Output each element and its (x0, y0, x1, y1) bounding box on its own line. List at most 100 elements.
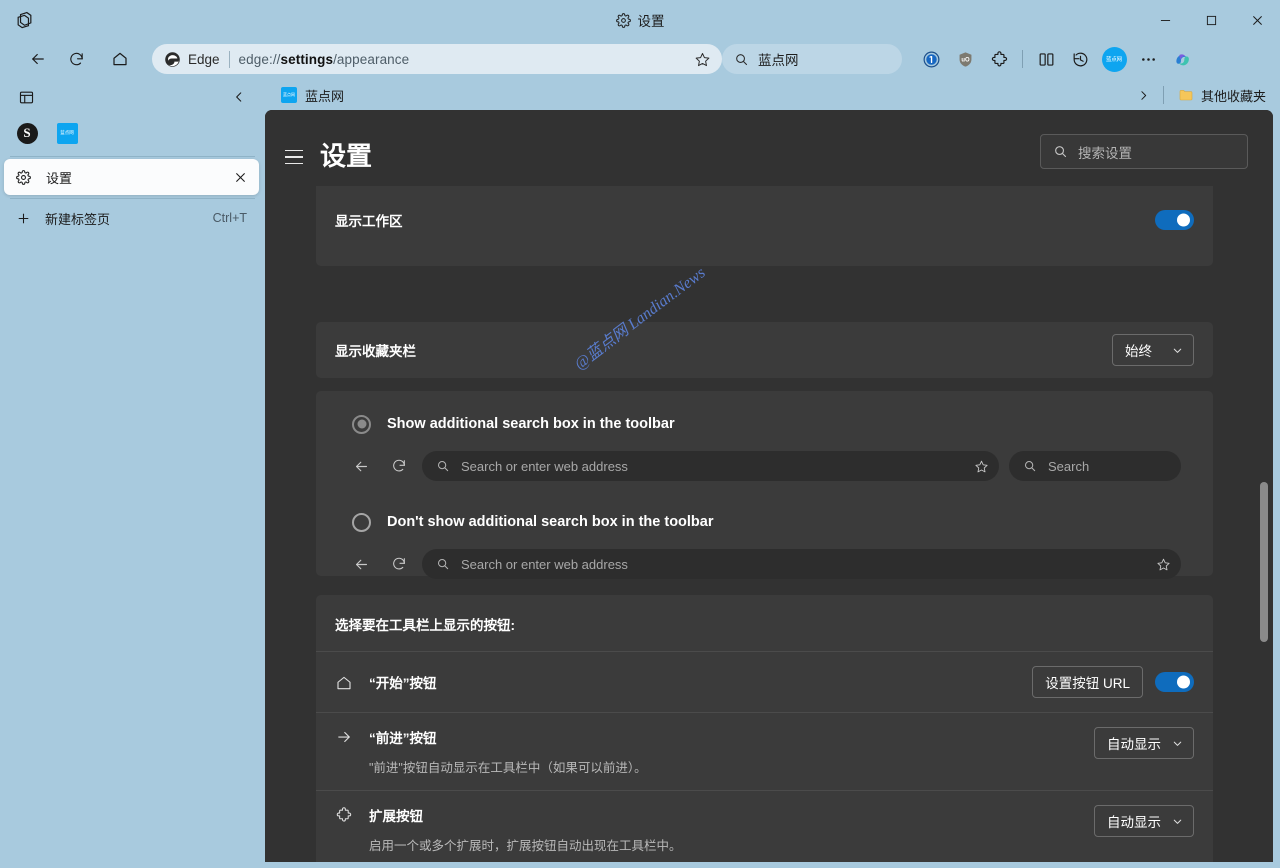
set-button-url-button[interactable]: 设置按钮 URL (1032, 666, 1143, 698)
window-title-group: 设置 (0, 0, 1280, 40)
tabs-separator-top (10, 156, 255, 157)
svg-text:uO: uO (961, 57, 970, 63)
preview-address-bar-2: Search or enter web address (422, 549, 1181, 579)
radio-show-search-box-label: Show additional search box in the toolba… (387, 416, 675, 432)
radio-button-selected[interactable] (352, 414, 371, 434)
settings-menu-icon[interactable] (285, 142, 315, 172)
preview-address-placeholder: Search or enter web address (461, 458, 628, 474)
other-favorites-folder[interactable]: 其他收藏夹 (1172, 83, 1272, 107)
toolbar-row-forward-desc: "前进"按钮自动显示在工具栏中（如果可以前进）。 (369, 761, 647, 775)
new-tab-button[interactable]: 新建标签页 Ctrl+T (4, 202, 259, 234)
plus-icon (16, 211, 31, 226)
toolbar-row-forward-label: “前进”按钮 (369, 731, 437, 746)
tab-actions-menu-icon[interactable] (12, 84, 40, 110)
toolbar-row-forward: “前进”按钮 "前进"按钮自动显示在工具栏中（如果可以前进）。 自动显示 (316, 712, 1213, 790)
refresh-icon (385, 551, 412, 578)
close-button[interactable] (1234, 0, 1280, 40)
toolbar-row-extensions-body: 扩展按钮 启用一个或多个扩展时，扩展按钮自动出现在工具栏中。 (359, 805, 1094, 854)
tab-settings[interactable]: 设置 (4, 159, 259, 195)
landian-favicon: 蓝点网 (281, 87, 297, 103)
toolbar-search-box[interactable]: 蓝点网 (722, 44, 902, 74)
toolbar-row-home-body: “开始”按钮 (359, 672, 1032, 693)
show-workspace-toggle[interactable] (1155, 210, 1194, 230)
toolbar-row-extensions-desc: 启用一个或多个扩展时，扩展按钮自动出现在工具栏中。 (369, 839, 682, 853)
profile-avatar[interactable]: 蓝点网 (1098, 43, 1130, 75)
radio-show-search-box[interactable]: Show additional search box in the toolba… (316, 409, 1213, 439)
back-arrow-icon (348, 453, 375, 480)
1password-icon[interactable] (915, 43, 947, 75)
preview-toolbar-without-search: Search or enter web address (348, 549, 1181, 579)
chevron-down-icon (1173, 741, 1182, 746)
forward-arrow-icon (335, 727, 359, 746)
forward-button-dropdown[interactable]: 自动显示 (1094, 727, 1194, 759)
pinned-tabs-row: S 蓝点网 (0, 116, 263, 150)
new-tab-shortcut: Ctrl+T (212, 211, 247, 225)
back-arrow-icon (348, 551, 375, 578)
extensions-icon[interactable] (983, 43, 1015, 75)
tabs-separator-bottom (10, 198, 255, 199)
show-workspace-label: 显示工作区 (335, 214, 403, 229)
copilot-pages-icon[interactable] (10, 7, 38, 33)
card-show-favorites-bar: 显示收藏夹栏 始终 (316, 322, 1213, 378)
home-button-toggle[interactable] (1155, 672, 1194, 692)
gear-icon (615, 12, 631, 28)
search-icon (1024, 460, 1036, 472)
history-icon[interactable] (1064, 43, 1096, 75)
home-button[interactable] (104, 43, 136, 75)
pinned-tab-s[interactable]: S (14, 120, 40, 146)
toolbar-search-value: 蓝点网 (758, 53, 799, 68)
bookmarks-overflow-icon[interactable] (1133, 83, 1155, 107)
other-favorites-label: 其他收藏夹 (1200, 88, 1266, 104)
settings-and-more-icon[interactable] (1132, 43, 1164, 75)
minimize-button[interactable] (1142, 0, 1188, 40)
split-screen-icon[interactable] (1030, 43, 1062, 75)
preview-address-bar: Search or enter web address (422, 451, 999, 481)
maximize-button[interactable] (1188, 0, 1234, 40)
ublock-origin-icon[interactable]: uO (949, 43, 981, 75)
new-tab-label: 新建标签页 (45, 211, 111, 227)
toolbar-icon-group: uO 蓝点网 (915, 43, 1198, 75)
omnibox-separator (228, 50, 230, 68)
close-icon[interactable] (229, 166, 251, 188)
bookmarks-divider (1162, 86, 1164, 104)
toolbar-row-extensions-controls: 自动显示 (1094, 805, 1194, 837)
toolbar-row-home: “开始”按钮 设置按钮 URL (316, 651, 1213, 712)
page-scrollbar[interactable] (1259, 112, 1270, 784)
toolbar-row-extensions: 扩展按钮 启用一个或多个扩展时，扩展按钮自动出现在工具栏中。 自动显示 (316, 790, 1213, 862)
vertical-tabs-header (0, 78, 263, 116)
toolbar-buttons-title: 选择要在工具栏上显示的按钮: (335, 618, 515, 633)
toolbar-row-home-controls: 设置按钮 URL (1032, 666, 1194, 698)
favorites-bar-dropdown[interactable]: 始终 (1112, 334, 1194, 366)
settings-search-input[interactable]: 搜索设置 (1040, 134, 1248, 169)
folder-icon (1179, 90, 1193, 101)
radio-hide-search-box[interactable]: Don't show additional search box in the … (316, 507, 1213, 537)
collapse-tabs-pane-icon[interactable] (226, 84, 252, 110)
window-controls (1142, 0, 1280, 40)
toolbar-row-home-label: “开始”按钮 (369, 675, 437, 691)
back-button[interactable] (22, 43, 54, 75)
pinned-tab-landian[interactable]: 蓝点网 (54, 120, 80, 146)
bookmark-label: 蓝点网 (305, 88, 345, 104)
toolbar-row-forward-body: “前进”按钮 "前进"按钮自动显示在工具栏中（如果可以前进）。 (359, 727, 1094, 776)
add-favorite-icon[interactable] (688, 46, 716, 72)
toolbar-divider (1022, 50, 1023, 68)
bookmark-item-landian[interactable]: 蓝点网 蓝点网 (275, 83, 350, 107)
search-icon (1055, 146, 1067, 158)
preview-toolbar-with-search: Search or enter web address Search (348, 451, 1181, 481)
page-scrollbar-thumb[interactable] (1260, 482, 1268, 642)
preview-search-placeholder: Search (1048, 458, 1090, 474)
search-icon (437, 460, 449, 472)
radio-button-unselected[interactable] (352, 512, 371, 532)
pinned-tab-landian-favicon: 蓝点网 (56, 122, 78, 144)
vertical-tabs-panel: S 蓝点网 设置 新建标签页 Ctrl+T (0, 78, 263, 868)
forward-button-dropdown-value: 自动显示 (1107, 737, 1161, 752)
address-bar[interactable]: Edge edge://settings/appearance (152, 44, 722, 74)
refresh-button[interactable] (60, 43, 92, 75)
extensions-button-dropdown[interactable]: 自动显示 (1094, 805, 1194, 837)
omnibox-brand-label: Edge (188, 51, 220, 67)
show-favorites-bar-label: 显示收藏夹栏 (335, 344, 416, 359)
bookmarks-bar-right: 其他收藏夹 (1133, 83, 1272, 107)
browser-window: 设置 Edge edge://settings/appearance 蓝点网 u… (0, 0, 1280, 868)
preview-search-box: Search (1009, 451, 1181, 481)
copilot-icon[interactable] (1166, 43, 1198, 75)
